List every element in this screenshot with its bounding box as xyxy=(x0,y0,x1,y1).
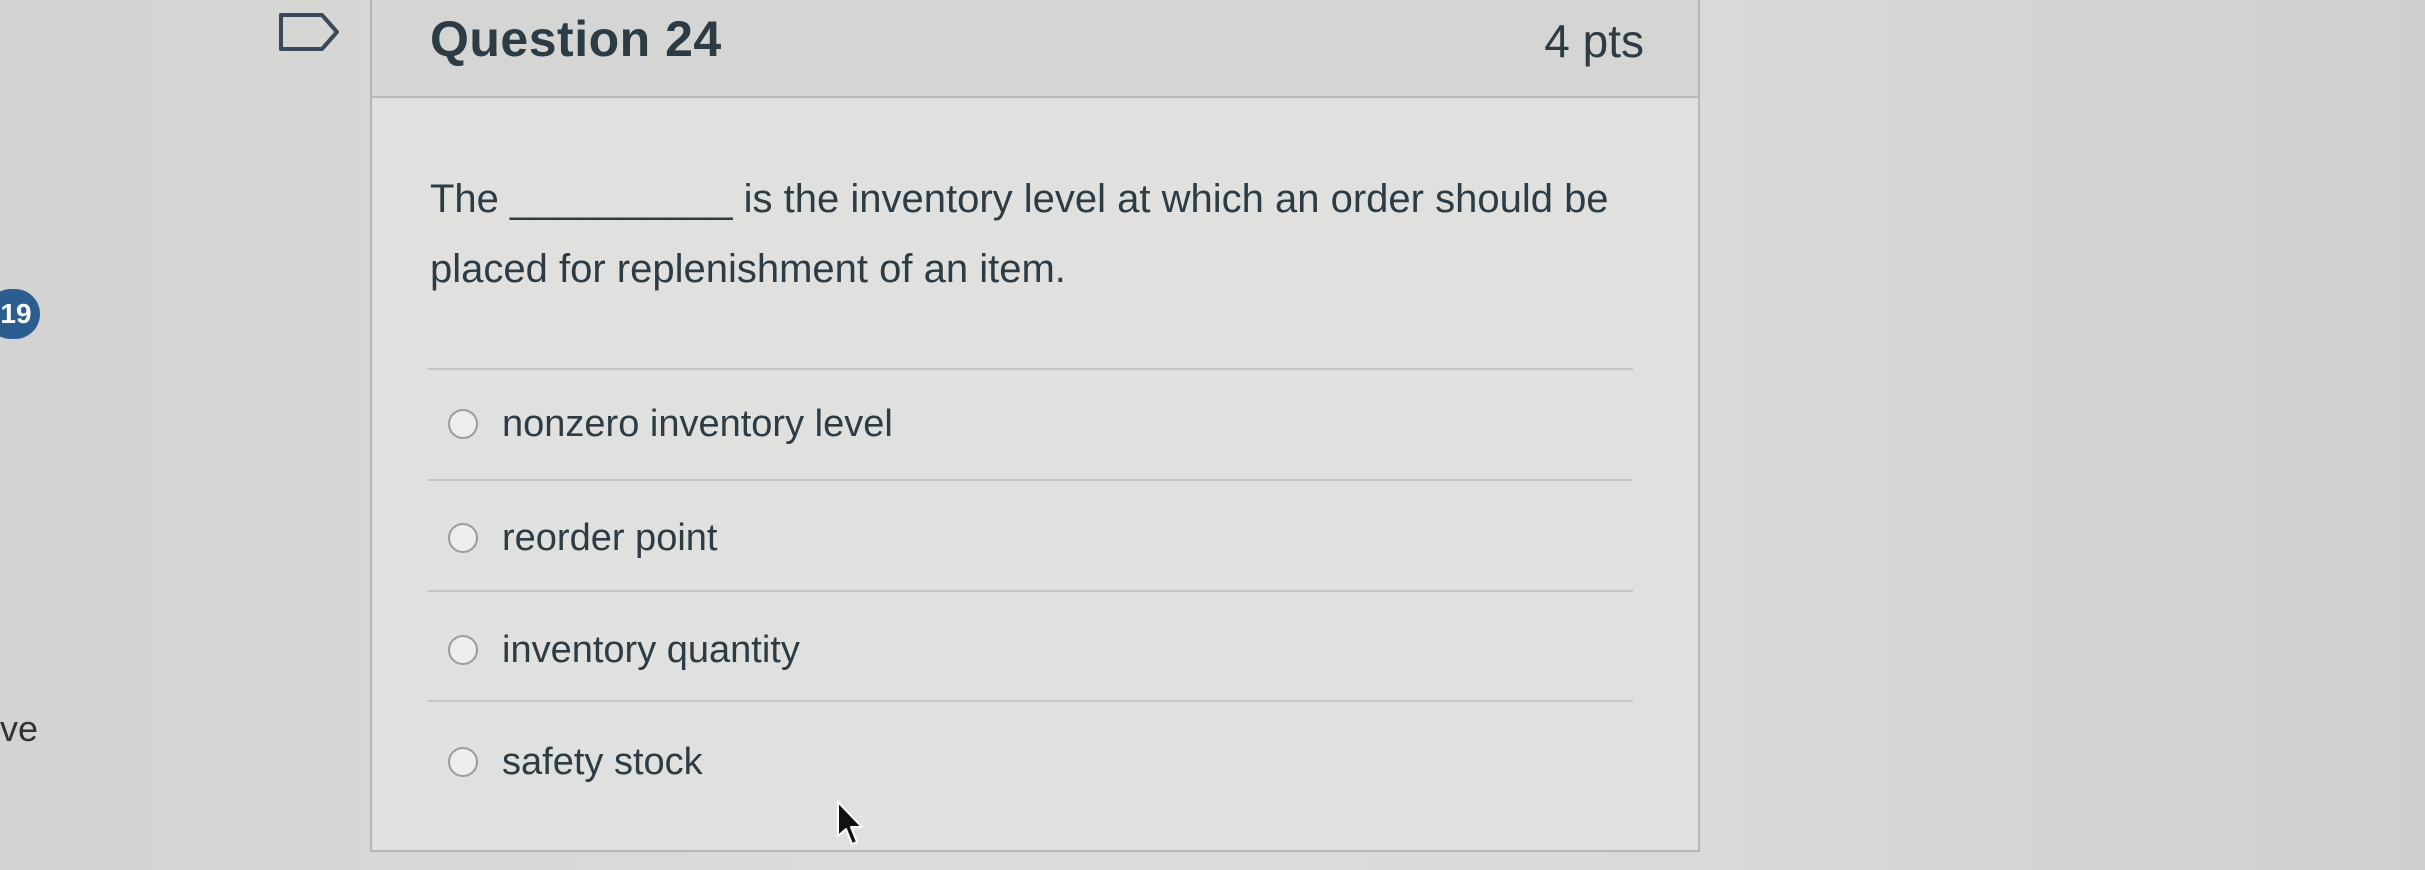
answer-label: nonzero inventory level xyxy=(502,402,893,445)
answer-label: reorder point xyxy=(502,516,718,559)
question-card: Question 24 4 pts The __________ is the … xyxy=(370,0,1700,852)
radio-button[interactable] xyxy=(448,409,478,439)
answer-divider xyxy=(428,700,1633,702)
answer-label: inventory quantity xyxy=(502,628,800,671)
answer-divider xyxy=(428,590,1633,592)
question-title: Question 24 xyxy=(430,11,722,67)
flag-question-icon[interactable] xyxy=(278,12,340,52)
question-header: Question 24 4 pts xyxy=(372,0,1698,98)
mouse-pointer-icon xyxy=(837,801,863,845)
sidebar-text-fragment: ve xyxy=(0,708,39,749)
answer-option-inventory-quantity[interactable]: inventory quantity xyxy=(448,620,1548,680)
answer-option-safety-stock[interactable]: safety stock xyxy=(448,732,1548,792)
question-points: 4 pts xyxy=(1544,15,1644,67)
radio-button[interactable] xyxy=(448,747,478,777)
answer-divider xyxy=(428,479,1633,481)
radio-button[interactable] xyxy=(448,523,478,553)
answer-label: safety stock xyxy=(502,740,703,783)
radio-button[interactable] xyxy=(448,635,478,665)
answer-option-reorder-point[interactable]: reorder point xyxy=(448,508,1548,568)
answer-divider xyxy=(428,368,1633,370)
question-prompt: The __________ is the inventory level at… xyxy=(430,177,1609,291)
answer-option-nonzero-inventory-level[interactable]: nonzero inventory level xyxy=(448,394,1548,454)
